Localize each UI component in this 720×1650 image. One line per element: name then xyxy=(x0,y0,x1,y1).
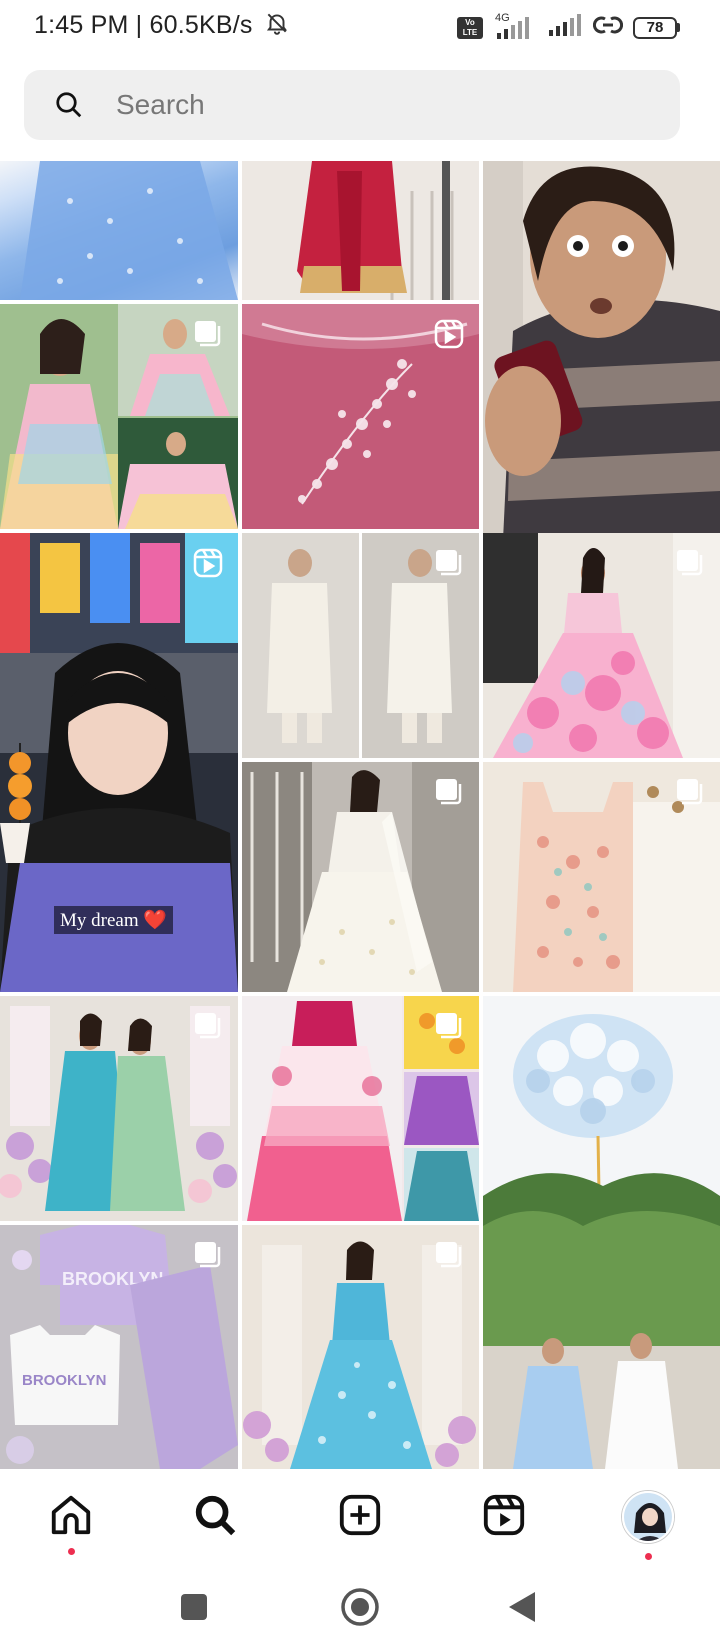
recents-button[interactable] xyxy=(172,1587,216,1631)
status-time-speed: 1:45 PM | 60.5KB/s xyxy=(34,10,290,43)
carousel-icon xyxy=(192,318,224,350)
home-circle-icon xyxy=(340,1587,380,1632)
carousel-icon xyxy=(192,1239,224,1271)
explore-tile-tie-dye-gown[interactable] xyxy=(0,304,238,529)
home-notification-dot xyxy=(68,1548,75,1555)
search-icon xyxy=(192,1492,238,1543)
battery-level: 78 xyxy=(633,16,677,39)
explore-tile-pink-ombre-lehenga[interactable] xyxy=(242,996,479,1221)
nav-home[interactable] xyxy=(41,1487,101,1547)
bottom-nav xyxy=(0,1469,720,1565)
explore-tile-white-anarkali[interactable] xyxy=(242,533,479,758)
nav-search[interactable] xyxy=(185,1487,245,1547)
carousel-icon xyxy=(433,1239,465,1271)
explore-tile-blue-skirt[interactable] xyxy=(0,161,238,300)
signal-4g-icon: 4G xyxy=(493,12,537,41)
carousel-icon xyxy=(433,1010,465,1042)
explore-tile-blue-green-suits[interactable] xyxy=(0,996,238,1221)
system-nav xyxy=(0,1565,720,1650)
explore-tile-pink-floral-lehenga[interactable] xyxy=(483,533,720,758)
profile-notification-dot xyxy=(645,1553,652,1560)
bell-off-icon xyxy=(264,10,290,43)
back-button[interactable] xyxy=(500,1587,544,1631)
status-time: 1:45 PM | 60.5KB/s xyxy=(34,11,253,40)
reels-icon xyxy=(481,1492,527,1543)
explore-tile-white-embroidered-anarkali[interactable] xyxy=(242,762,479,992)
carousel-icon xyxy=(192,1010,224,1042)
reel-caption: My dream ❤️ xyxy=(54,906,174,934)
recents-square-icon xyxy=(180,1593,208,1626)
create-icon xyxy=(337,1492,383,1543)
explore-tile-red-sharara[interactable] xyxy=(242,161,479,300)
explore-tile-surprised-boy[interactable] xyxy=(483,161,720,540)
profile-avatar xyxy=(622,1491,674,1543)
reels-icon xyxy=(433,318,465,350)
search-icon xyxy=(54,90,84,125)
signal-icon xyxy=(547,12,583,43)
explore-tile-brooklyn-set[interactable]: BROOKLYN BROOKLYN xyxy=(0,1225,238,1469)
carousel-icon xyxy=(433,547,465,579)
status-icons: Vo LTE 4G 78 xyxy=(457,12,680,43)
svg-text:BROOKLYN: BROOKLYN xyxy=(22,1372,106,1389)
nav-profile[interactable] xyxy=(618,1487,678,1547)
explore-tile-peach-kurta[interactable] xyxy=(483,762,720,992)
nav-reels[interactable] xyxy=(474,1487,534,1547)
battery-icon: 78 xyxy=(633,16,680,39)
status-bar: 1:45 PM | 60.5KB/s Vo LTE 4G 78 xyxy=(0,0,720,56)
volte-icon: Vo LTE xyxy=(457,16,483,39)
carousel-icon xyxy=(433,776,465,808)
nav-create[interactable] xyxy=(330,1487,390,1547)
back-triangle-icon xyxy=(507,1590,537,1629)
explore-tile-pastel-balloon[interactable] xyxy=(483,996,720,1469)
explore-tile-pink-blouse[interactable] xyxy=(242,304,479,529)
reels-icon xyxy=(192,547,224,579)
battery-tip xyxy=(677,23,680,32)
carousel-icon xyxy=(674,547,706,579)
search-bar[interactable] xyxy=(24,70,680,140)
explore-tile-blue-floral-gown[interactable] xyxy=(242,1225,479,1469)
home-icon xyxy=(48,1492,94,1543)
home-button[interactable] xyxy=(338,1587,382,1631)
search-input[interactable] xyxy=(116,84,636,126)
explore-grid: My dream ❤️ BROOKLYN BROOKLYN xyxy=(0,161,720,1469)
carousel-icon xyxy=(674,776,706,808)
link-icon xyxy=(592,13,624,42)
